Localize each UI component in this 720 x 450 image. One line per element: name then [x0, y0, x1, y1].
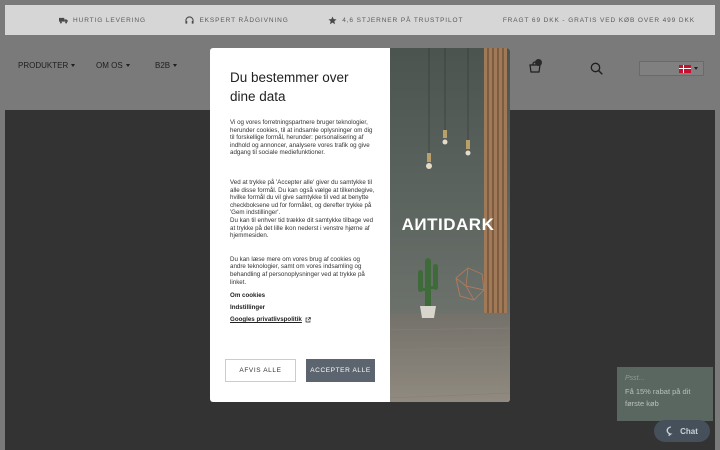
reject-all-button[interactable]: AFVIS ALLE	[225, 359, 296, 382]
info-shipping-label: FRAGT 69 DKK - GRATIS VED KØB OVER 499 D…	[502, 16, 695, 24]
nav-item-b2b-label: B2B	[155, 61, 171, 70]
info-expert-advice: EKSPERT RÅDGIVNING	[185, 15, 289, 25]
info-shipping: FRAGT 69 DKK - GRATIS VED KØB OVER 499 D…	[503, 17, 695, 24]
info-fast-delivery: HURTIG LEVERING	[59, 16, 146, 25]
accept-all-button[interactable]: ACCEPTER ALLE	[306, 359, 375, 382]
chevron-down-icon	[71, 64, 76, 67]
nav-item-om-os[interactable]: OM OS	[96, 61, 155, 70]
info-bar: HURTIG LEVERING EKSPERT RÅDGIVNING 4,6 S…	[5, 5, 715, 35]
consent-paragraph-readmore: Du kan læse mere om vores brug af cookie…	[230, 255, 365, 286]
consent-paragraph-withdraw: Du kan til enhver tid trække dit samtykk…	[230, 216, 374, 240]
nav-item-produkter-label: PRODUKTER	[18, 61, 69, 70]
cart-count-badge	[535, 59, 542, 66]
chat-bubble-icon	[666, 426, 673, 436]
brand-logo: AИTIDARK	[402, 215, 495, 234]
info-trustpilot-label: 4,6 STJERNER PÅ TRUSTPILOT	[342, 16, 464, 24]
info-expert-advice-label: EKSPERT RÅDGIVNING	[199, 16, 289, 24]
consent-paragraph-intro: Vi og vores forretningspartnere bruger t…	[230, 119, 373, 157]
nav-item-om-os-label: OM OS	[96, 61, 123, 70]
search-icon[interactable]	[590, 62, 603, 75]
nav-item-b2b[interactable]: B2B	[155, 61, 178, 70]
cookie-consent-modal: Du bestemmer over dine data Vi og vores …	[210, 48, 510, 402]
link-om-cookies-label: Om cookies	[230, 292, 266, 300]
page: HURTIG LEVERING EKSPERT RÅDGIVNING 4,6 S…	[0, 0, 720, 450]
brand-image-panel: AИTIDARK	[390, 48, 510, 402]
link-google-privacy-label: Googles privatlivspolitik	[230, 316, 302, 324]
chat-button[interactable]: Chat	[654, 420, 710, 442]
chat-button-label: Chat	[680, 426, 698, 436]
room-photo: AИTIDARK	[390, 48, 510, 402]
link-om-cookies[interactable]: Om cookies	[230, 292, 376, 299]
consent-paragraph-accept: Ved at trykke på 'Accepter alle' giver d…	[230, 178, 375, 217]
chat-promo-message: Få 15% rabat på dit første køb	[625, 387, 691, 408]
info-trustpilot: 4,6 STJERNER PÅ TRUSTPILOT	[328, 15, 464, 25]
danish-flag-icon	[679, 64, 691, 73]
consent-title: Du bestemmer over dine data	[230, 70, 349, 104]
chat-promo-hint: Psst...	[625, 375, 645, 382]
language-select[interactable]	[639, 61, 704, 76]
consent-content: Du bestemmer over dine data Vi og vores …	[210, 48, 390, 402]
chevron-down-icon	[125, 64, 130, 67]
chevron-down-icon	[694, 67, 698, 70]
chevron-down-icon	[173, 64, 178, 67]
nav-item-produkter[interactable]: PRODUKTER	[18, 61, 96, 70]
link-settings-label: Indstillinger	[230, 304, 266, 312]
link-google-privacy[interactable]: Googles privatlivspolitik	[230, 316, 376, 323]
info-fast-delivery-label: HURTIG LEVERING	[73, 16, 146, 24]
headset-icon	[185, 15, 195, 24]
chat-promo-bubble[interactable]: Psst... Få 15% rabat på dit første køb	[617, 367, 713, 421]
star-icon	[328, 15, 337, 24]
link-settings[interactable]: Indstillinger	[230, 304, 376, 311]
external-link-icon	[305, 316, 311, 322]
truck-icon	[59, 17, 68, 23]
nav-menu: PRODUKTER OM OS B2B	[18, 61, 178, 70]
